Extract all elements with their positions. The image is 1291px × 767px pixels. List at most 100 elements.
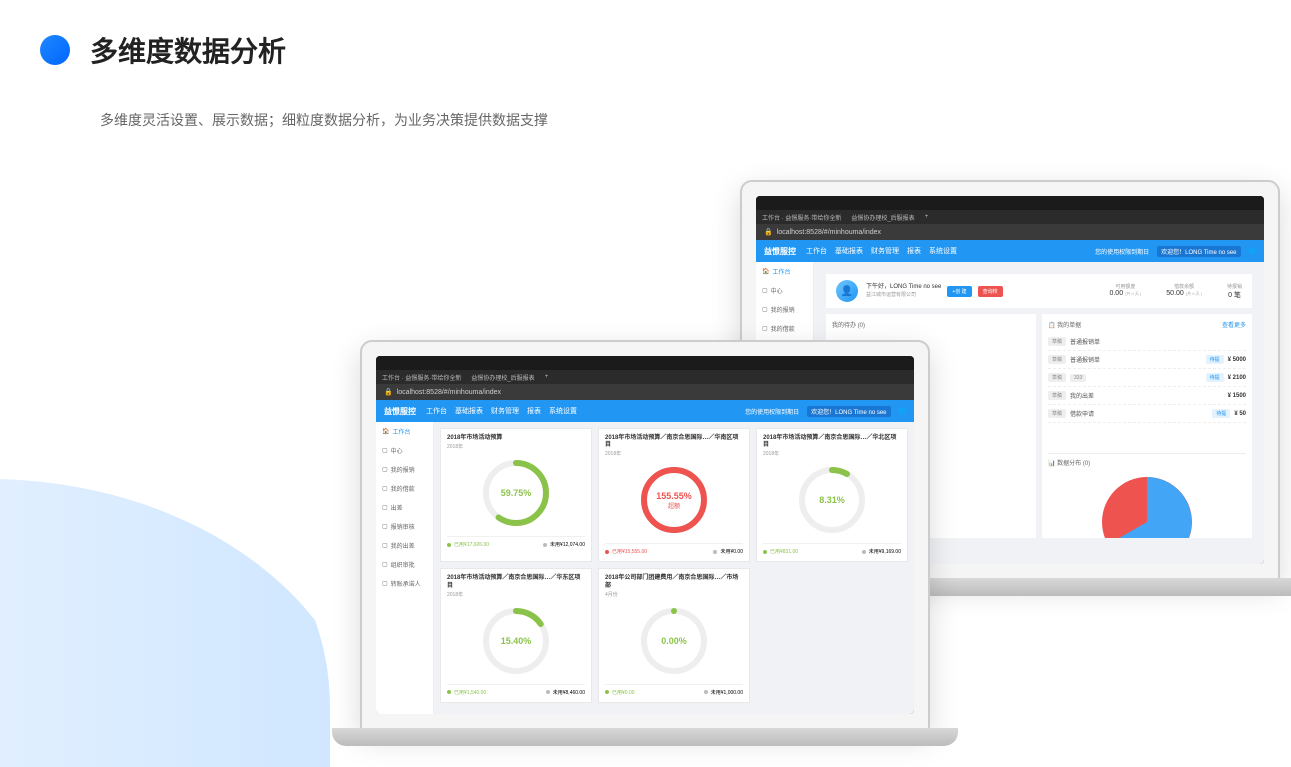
browser-tab[interactable]: 工作台 · 益憬服务·带给你全新 [382, 373, 461, 382]
menu-item[interactable]: 财务管理 [871, 246, 899, 256]
browser-tabs: 工作台 · 益憬服务·带给你全新 益憬协办理校_后服报表 + [376, 370, 914, 384]
url-text: localhost:8528/#/minhouma/index [397, 389, 501, 396]
notice-text: 您的使用权限到期日 [745, 407, 799, 416]
avatar[interactable]: 👤 [836, 280, 858, 302]
app-menu: 工作台基础报表财务管理报表系统设置 [426, 406, 577, 416]
donut-chart: 0.00% [639, 606, 709, 676]
menu-icon: ▢ [762, 287, 768, 294]
lock-icon: 🔒 [764, 228, 773, 236]
notice-text: 您的使用权限到期日 [1095, 247, 1149, 256]
create-button[interactable]: +创 建 [947, 286, 971, 297]
menu-icon: ▢ [382, 580, 388, 587]
menu-item[interactable]: 基础报表 [455, 406, 483, 416]
sidebar-item[interactable]: ▢我的借款 [756, 319, 813, 338]
budget-card[interactable]: 2018年市场活动预算／南京合思国际…／华东区项目2018年15.40%已用¥1… [440, 568, 592, 702]
greeting: 下午好，LONG Time no see [866, 283, 941, 291]
menu-icon: ▢ [382, 561, 388, 568]
budget-card[interactable]: 2018年市场活动预算2018年59.75%已用¥17,926.00未用¥12,… [440, 428, 592, 562]
list-item[interactable]: 草稿普通报销单 [1048, 333, 1246, 351]
sidebar-item[interactable]: ▢转账承诺人 [376, 574, 433, 593]
laptop-front: 工作台 · 益憬服务·带给你全新 益憬协办理校_后服报表 + 🔒 localho… [360, 340, 930, 730]
page-title: 多维度数据分析 [90, 30, 286, 70]
card-subtitle: 2018年 [763, 450, 901, 457]
menu-icon: ▢ [762, 306, 768, 313]
budget-card[interactable]: 2018年市场活动预算／南京合思国际…／华北区项目2018年8.31%已用¥83… [756, 428, 908, 562]
lang-icon[interactable]: 🌐 [899, 408, 906, 415]
pie-chart [1048, 477, 1246, 538]
url-bar[interactable]: 🔒 localhost:8528/#/minhouma/index [756, 224, 1264, 240]
card-title: 2018年市场活动预算 [447, 435, 585, 442]
card-subtitle: 4月份 [605, 591, 743, 598]
menu-item[interactable]: 系统设置 [549, 406, 577, 416]
menu-icon: ▢ [382, 523, 388, 530]
sidebar-item[interactable]: ▢出差 [376, 498, 433, 517]
donut-chart: 15.40% [481, 606, 551, 676]
menu-item[interactable]: 报表 [527, 406, 541, 416]
menu-item[interactable]: 工作台 [806, 246, 827, 256]
menu-item[interactable]: 工作台 [426, 406, 447, 416]
lang-icon[interactable]: 🌐 [1249, 248, 1256, 255]
menu-item[interactable]: 报表 [907, 246, 921, 256]
menu-icon: ▢ [382, 485, 388, 492]
sidebar-item[interactable]: 🏠工作台 [756, 262, 813, 281]
card-subtitle: 2018年 [605, 450, 743, 457]
menu-icon: ▢ [382, 447, 388, 454]
browser-tab[interactable]: 益憬协办理校_后服报表 [851, 213, 914, 222]
sidebar-item[interactable]: 🏠工作台 [376, 422, 433, 441]
sidebar-item[interactable]: ▢我的报销 [376, 460, 433, 479]
menu-icon: ▢ [382, 504, 388, 511]
menu-icon: ▢ [762, 325, 768, 332]
stat-block: 借款余额50.00 (共 0 天 ) [1166, 283, 1202, 300]
donut-chart: 155.55%超额 [639, 465, 709, 535]
sidebar-item[interactable]: ▢我的出差 [376, 536, 433, 555]
sidebar-item[interactable]: ▢组织审批 [376, 555, 433, 574]
sidebar-item[interactable]: ▢我的借款 [376, 479, 433, 498]
panel-title: 我的单据 [1057, 323, 1081, 329]
query-button[interactable]: 查询校 [978, 286, 1003, 297]
donut-chart: 8.31% [797, 465, 867, 535]
app-logo[interactable]: 益憬服控 [384, 406, 416, 417]
pie-title: 数据分布 [1057, 461, 1081, 467]
menu-item[interactable]: 财务管理 [491, 406, 519, 416]
donut-chart: 59.75% [481, 458, 551, 528]
profile-strip: 👤 下午好，LONG Time no see 益江城市运营有限公司 +创 建 查… [826, 274, 1252, 308]
card-title: 2018年市场活动预算／南京合思国际…／华北区项目 [763, 435, 901, 449]
app-topbar: 益憬服控 工作台基础报表财务管理报表系统设置 您的使用权限到期日 欢迎您！LON… [376, 400, 914, 422]
sidebar: 🏠工作台▢中心▢我的报销▢我的借款▢出差▢报销审核▢我的出差▢组织审批▢转账承诺… [376, 422, 434, 714]
browser-tab[interactable]: 益憬协办理校_后服报表 [471, 373, 534, 382]
bullet-icon [40, 35, 70, 65]
menu-item[interactable]: 系统设置 [929, 246, 957, 256]
company-name: 益江城市运营有限公司 [866, 292, 941, 299]
browser-tabs: 工作台 · 益憬服务·带给你全新 益憬协办理校_后服报表 + [756, 210, 1264, 224]
card-title: 2018年市场活动预算／南京合思国际…／华东区项目 [447, 575, 585, 589]
app-menu: 工作台基础报表财务管理报表系统设置 [806, 246, 957, 256]
list-item[interactable]: 草稿普通报销单待提¥ 5000 [1048, 351, 1246, 369]
menu-item[interactable]: 基础报表 [835, 246, 863, 256]
lock-icon: 🔒 [384, 388, 393, 396]
sidebar-item[interactable]: ▢我的报销 [756, 300, 813, 319]
window-titlebar [376, 356, 914, 370]
window-titlebar [756, 196, 1264, 210]
list-item[interactable]: 草稿我的出差¥ 1500 [1048, 387, 1246, 405]
welcome-text: 欢迎您！LONG Time no see [1157, 246, 1240, 257]
url-bar[interactable]: 🔒 localhost:8528/#/minhouma/index [376, 384, 914, 400]
budget-card[interactable]: 2018年市场活动预算／南京合思国际…／华南区项目2018年155.55%超额已… [598, 428, 750, 562]
budget-card[interactable]: 2018年公司部门团建费用／南京合思国际…／市场部4月份0.00%已用¥0.00… [598, 568, 750, 702]
list-item[interactable]: 草稿333待提¥ 2100 [1048, 369, 1246, 387]
sidebar-item[interactable]: ▢中心 [756, 281, 813, 300]
card-subtitle: 2018年 [447, 443, 585, 450]
sidebar-item[interactable]: ▢中心 [376, 441, 433, 460]
card-title: 2018年市场活动预算／南京合思国际…／华南区项目 [605, 435, 743, 449]
card-title: 2018年公司部门团建费用／南京合思国际…／市场部 [605, 575, 743, 589]
app-logo[interactable]: 益憬服控 [764, 246, 796, 257]
view-more-link[interactable]: 查看更多 [1222, 320, 1246, 329]
list-item[interactable]: 草稿借款申请待提¥ 50 [1048, 405, 1246, 423]
url-text: localhost:8528/#/minhouma/index [777, 229, 881, 236]
sidebar-item[interactable]: ▢报销审核 [376, 517, 433, 536]
menu-icon: 🏠 [382, 428, 389, 435]
page-subtitle: 多维度灵活设置、展示数据；细粒度数据分析，为业务决策提供数据支撑 [100, 110, 1251, 130]
browser-tab[interactable]: 工作台 · 益憬服务·带给你全新 [762, 213, 841, 222]
docs-panel: 📋 我的单据 查看更多 草稿普通报销单草稿普通报销单待提¥ 5000草稿333待… [1042, 314, 1252, 538]
menu-icon: 🏠 [762, 268, 769, 275]
stat-block: 待报销0 笔 [1227, 283, 1242, 300]
